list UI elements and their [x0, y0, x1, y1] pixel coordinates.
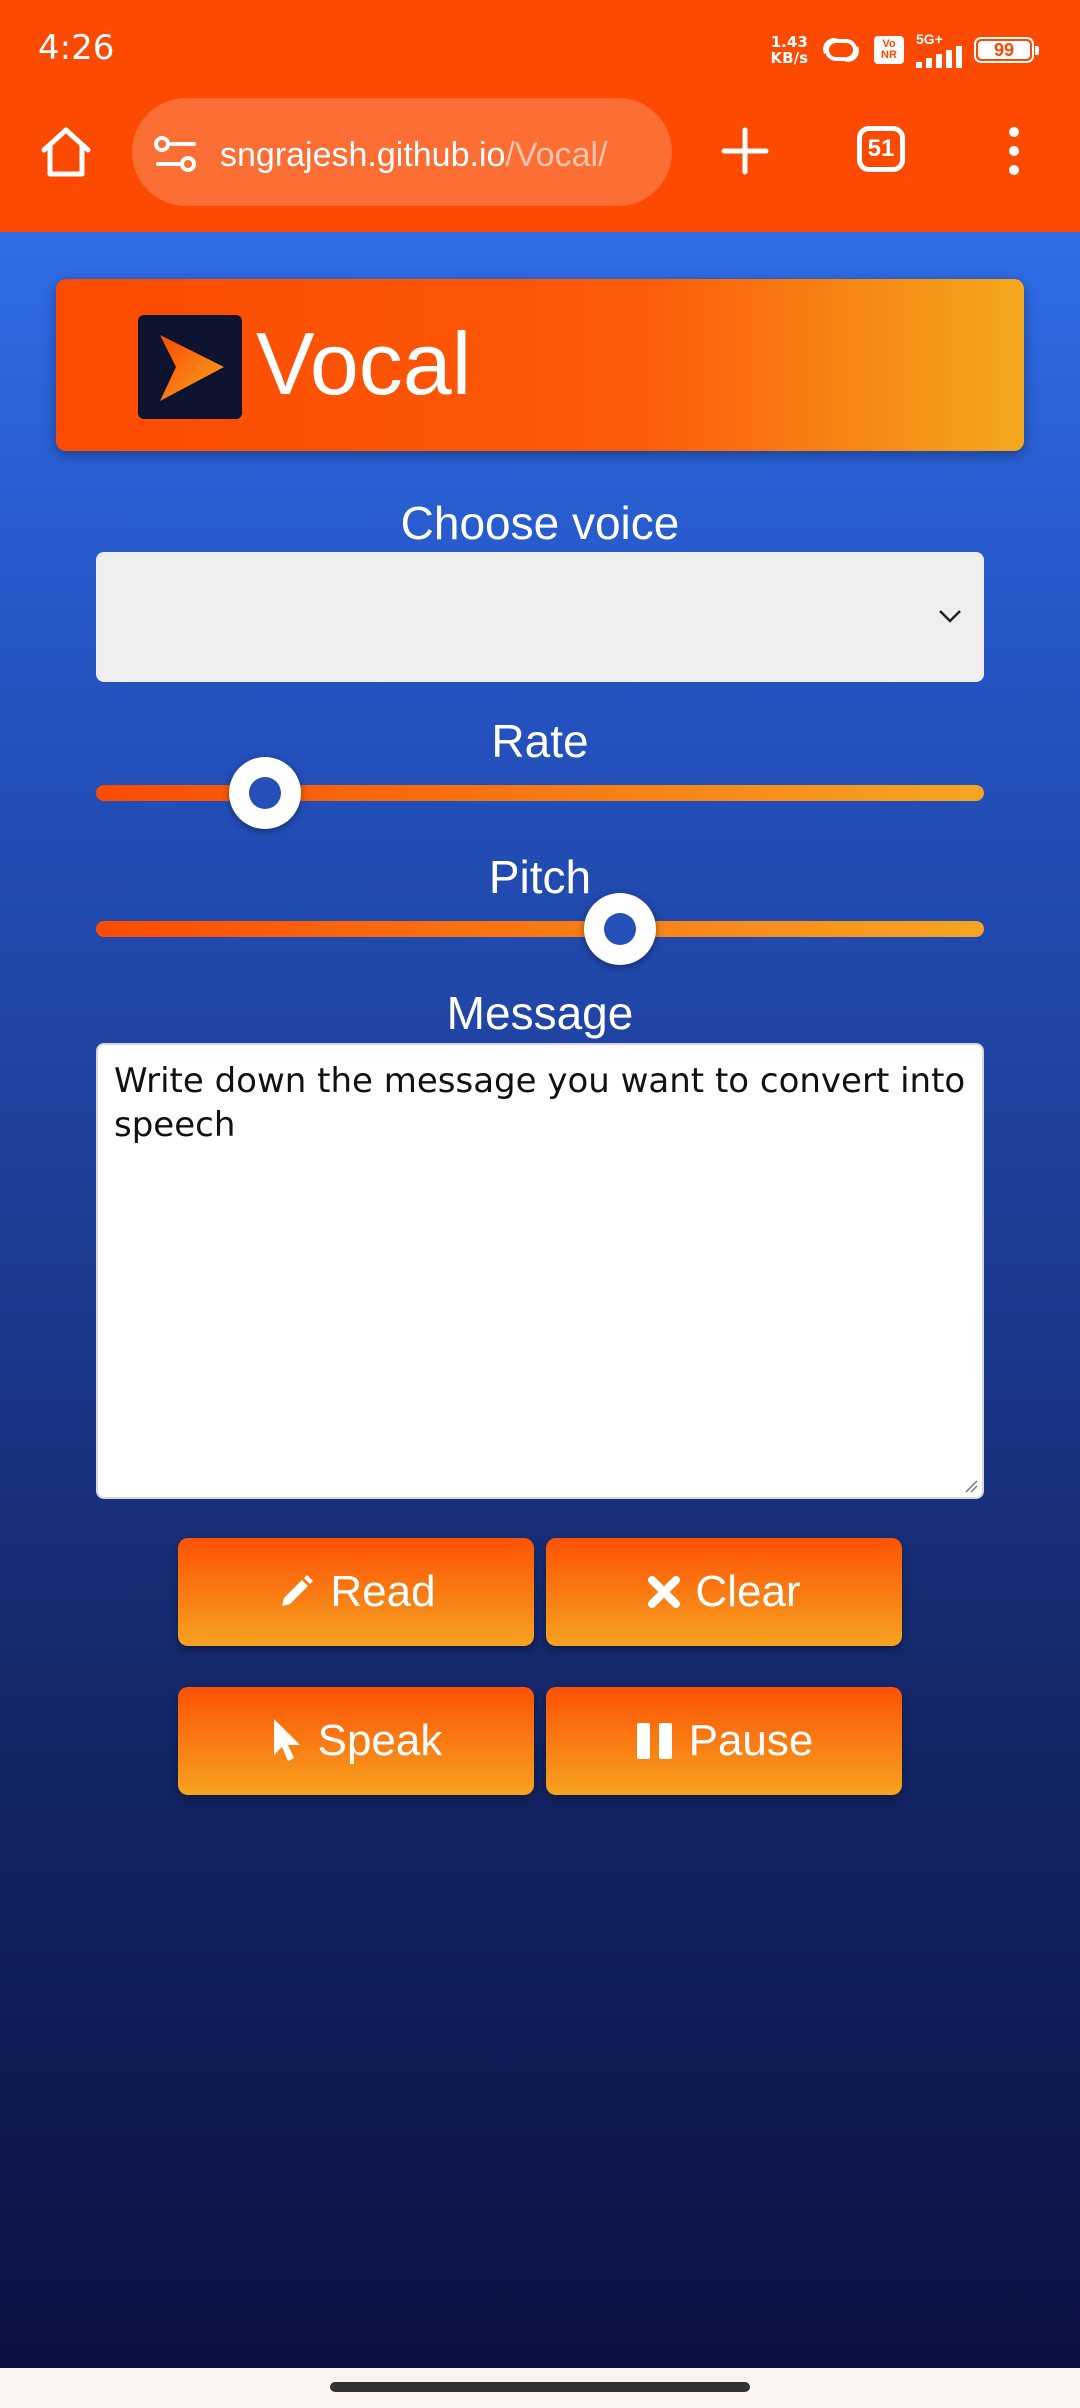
resize-handle-icon[interactable] [964, 1479, 978, 1493]
times-icon [648, 1576, 681, 1608]
home-icon[interactable] [36, 122, 96, 182]
site-settings-icon[interactable] [154, 134, 198, 174]
message-text[interactable]: Write down the message you want to conve… [114, 1061, 965, 1145]
battery-icon: 99 [974, 37, 1039, 63]
home-gesture-pill[interactable] [330, 2382, 750, 2392]
hotspot-link-icon [823, 38, 859, 62]
gesture-nav-bar [0, 2368, 1080, 2408]
read-button-label: Read [330, 1567, 436, 1616]
choose-voice-label: Choose voice [400, 497, 680, 549]
tab-switcher-button[interactable]: 51 [857, 126, 905, 172]
pause-icon [636, 1723, 672, 1759]
page-content: Vocal Choose voice Rate Pitch Message Wr… [0, 232, 1080, 2368]
chevron-down-icon [939, 610, 961, 623]
network-speed: 1.43 KB/s [770, 33, 808, 67]
vonr-icon: Vo NR [874, 36, 904, 64]
speak-button[interactable]: Speak [178, 1687, 534, 1795]
new-tab-icon[interactable] [718, 124, 772, 178]
rate-label: Rate [491, 715, 589, 767]
status-icons: 1.43 KB/s Vo NR 5G+ 99 [770, 28, 1039, 72]
clear-button-label: Clear [695, 1567, 801, 1616]
more-menu-icon[interactable] [1000, 124, 1028, 178]
address-bar[interactable]: sngrajesh.github.io/Vocal/ [132, 98, 672, 206]
rate-slider-thumb[interactable] [228, 757, 301, 829]
clear-button[interactable]: Clear [546, 1538, 902, 1646]
signal-bars-icon [916, 46, 962, 68]
mobile-signal: 5G+ [916, 32, 962, 68]
app-title: Vocal [256, 314, 472, 413]
browser-toolbar: sngrajesh.github.io/Vocal/ 51 [0, 96, 1080, 232]
status-bar: 4:26 1.43 KB/s Vo NR 5G+ 99 [0, 0, 1080, 96]
voice-select[interactable] [96, 552, 984, 682]
status-time: 4:26 [38, 28, 115, 68]
url-text[interactable]: sngrajesh.github.io/Vocal/ [220, 136, 608, 175]
url-domain: sngrajesh.github.io [220, 136, 506, 174]
pointer-icon [273, 1719, 300, 1761]
pause-button[interactable]: Pause [546, 1687, 902, 1795]
url-path: /Vocal/ [505, 136, 608, 174]
pause-button-label: Pause [688, 1716, 814, 1765]
vocal-logo [138, 315, 242, 419]
play-arrow-logo-icon [160, 335, 224, 401]
message-label: Message [446, 987, 634, 1039]
pitch-slider-thumb[interactable] [583, 893, 656, 965]
pitch-label: Pitch [488, 851, 592, 903]
app-header: Vocal [56, 279, 1024, 451]
speak-button-label: Speak [317, 1716, 443, 1765]
message-textarea[interactable]: Write down the message you want to conve… [96, 1043, 984, 1499]
pencil-icon [282, 1575, 314, 1606]
read-button[interactable]: Read [178, 1538, 534, 1646]
pitch-slider[interactable] [96, 921, 984, 937]
